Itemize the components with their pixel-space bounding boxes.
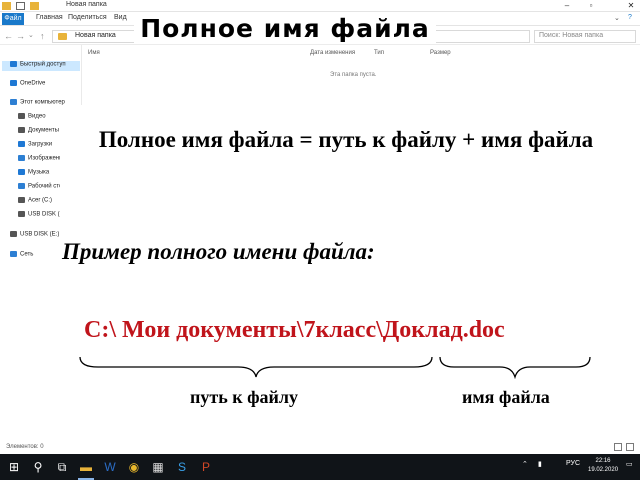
sidebar-item-label: Документы bbox=[28, 127, 59, 134]
drive-icon bbox=[18, 197, 25, 203]
computer-icon bbox=[10, 99, 17, 105]
app-taskbar-icon[interactable]: ▦ bbox=[150, 459, 166, 475]
slide-title: Полное имя файла bbox=[0, 14, 570, 43]
column-header-name[interactable]: Имя bbox=[88, 50, 100, 56]
folder-icon bbox=[2, 2, 11, 10]
clock-date: 19.02.2020 bbox=[588, 467, 619, 473]
sidebar-item-this-pc[interactable]: Этот компьютер bbox=[10, 99, 65, 109]
clock-time: 22:16 bbox=[595, 458, 611, 464]
help-icon[interactable]: ? bbox=[628, 14, 632, 21]
sidebar-item-drive-c[interactable]: Acer (C:) bbox=[18, 197, 52, 207]
sidebar-item-label: Видео bbox=[28, 113, 46, 120]
skype-taskbar-icon[interactable]: S bbox=[174, 459, 190, 475]
network-tray-icon[interactable]: ▮ bbox=[538, 460, 542, 468]
formula-text: Полное имя файла = путь к файлу + имя фа… bbox=[98, 127, 594, 152]
chrome-taskbar-icon[interactable]: ◉ bbox=[126, 459, 142, 475]
column-headers: Имя Дата изменения Тип Размер bbox=[84, 50, 640, 62]
sidebar-item-pictures[interactable]: Изображения bbox=[18, 155, 66, 165]
desktop-icon bbox=[18, 183, 25, 189]
keyboard-language[interactable]: РУС bbox=[566, 460, 580, 467]
column-header-date[interactable]: Дата изменения bbox=[310, 50, 355, 56]
slide-title-text: Полное имя файла bbox=[134, 14, 436, 43]
start-windows-icon[interactable]: ⊞ bbox=[6, 459, 22, 475]
sidebar-item-label: Сеть bbox=[20, 251, 34, 258]
tray-chevron-icon[interactable]: ⌃ bbox=[522, 460, 528, 468]
documents-icon bbox=[18, 127, 25, 133]
path-label: путь к файлу bbox=[190, 387, 299, 407]
sidebar-item-music[interactable]: Музыка bbox=[18, 169, 49, 179]
sidebar-item-downloads[interactable]: Загрузки bbox=[18, 141, 52, 151]
downloads-icon bbox=[18, 141, 25, 147]
cloud-icon bbox=[10, 80, 17, 86]
network-icon bbox=[10, 251, 17, 257]
sidebar-item-label: OneDrive bbox=[20, 80, 46, 87]
notifications-icon[interactable]: ▭ bbox=[626, 460, 633, 468]
ribbon-expand-icon[interactable]: ⌄ bbox=[614, 14, 620, 22]
window-title: Новая папка bbox=[66, 1, 107, 8]
sidebar-item-usb-disk-root[interactable]: USB DISK (E:) bbox=[10, 231, 59, 241]
large-icons-view-icon[interactable] bbox=[626, 443, 634, 451]
items-count: Элементов: 0 bbox=[6, 444, 44, 450]
status-bar: Элементов: 0 bbox=[0, 440, 640, 454]
usb-icon bbox=[18, 211, 25, 217]
column-header-size[interactable]: Размер bbox=[430, 50, 451, 56]
word-taskbar-icon[interactable]: W bbox=[102, 459, 118, 475]
powerpoint-taskbar-icon[interactable]: P bbox=[198, 459, 214, 475]
sidebar-item-desktop[interactable]: Рабочий стол bbox=[18, 183, 66, 193]
search-icon[interactable]: ⚲ bbox=[30, 459, 46, 475]
sidebar-item-label: Быстрый доступ bbox=[20, 61, 66, 68]
sidebar-item-network[interactable]: Сеть bbox=[10, 251, 33, 261]
new-folder-icon[interactable] bbox=[30, 2, 39, 10]
full-file-name-example: С:\ Мои документы\7класс\Доклад.doc bbox=[84, 317, 505, 343]
video-icon bbox=[18, 113, 25, 119]
path-brace bbox=[79, 356, 433, 378]
close-button[interactable]: ✕ bbox=[624, 0, 638, 11]
details-view-icon[interactable] bbox=[614, 443, 622, 451]
task-view-icon[interactable]: ⧉ bbox=[54, 459, 70, 475]
file-explorer-taskbar-icon[interactable]: ▬ bbox=[78, 459, 94, 475]
window-titlebar: Новая папка – ▫ ✕ bbox=[0, 0, 640, 12]
music-icon bbox=[18, 169, 25, 175]
sidebar-item-label: Этот компьютер bbox=[20, 99, 65, 106]
maximize-button[interactable]: ▫ bbox=[584, 0, 598, 11]
taskbar: ⊞ ⚲ ⧉ ▬ W ◉ ▦ S P ⌃ ▮ РУС 22:16 19.02.20… bbox=[0, 454, 640, 480]
empty-folder-message: Эта папка пуста. bbox=[330, 72, 377, 78]
sidebar-item-label: Acer (C:) bbox=[28, 197, 52, 204]
sidebar-item-label: USB DISK (E:) bbox=[20, 231, 60, 238]
minimize-button[interactable]: – bbox=[560, 0, 574, 11]
properties-icon[interactable] bbox=[16, 2, 25, 10]
system-clock[interactable]: 22:16 19.02.2020 bbox=[588, 457, 618, 475]
sidebar-item-label: Загрузки bbox=[28, 141, 53, 148]
usb-icon bbox=[10, 231, 17, 237]
filename-label: имя файла bbox=[462, 387, 550, 407]
sidebar-item-quick-access[interactable]: Быстрый доступ bbox=[2, 61, 80, 71]
pictures-icon bbox=[18, 155, 25, 161]
filename-brace bbox=[439, 356, 591, 379]
slide-content: Полное имя файла = путь к файлу + имя фа… bbox=[60, 105, 640, 440]
sidebar-item-onedrive[interactable]: OneDrive bbox=[10, 80, 45, 90]
example-label: Пример полного имени файла: bbox=[62, 239, 375, 264]
sidebar-item-label: Музыка bbox=[28, 169, 50, 176]
star-icon bbox=[10, 61, 17, 67]
column-header-type[interactable]: Тип bbox=[374, 50, 384, 56]
sidebar-item-video[interactable]: Видео bbox=[18, 113, 46, 123]
sidebar-item-documents[interactable]: Документы bbox=[18, 127, 59, 137]
